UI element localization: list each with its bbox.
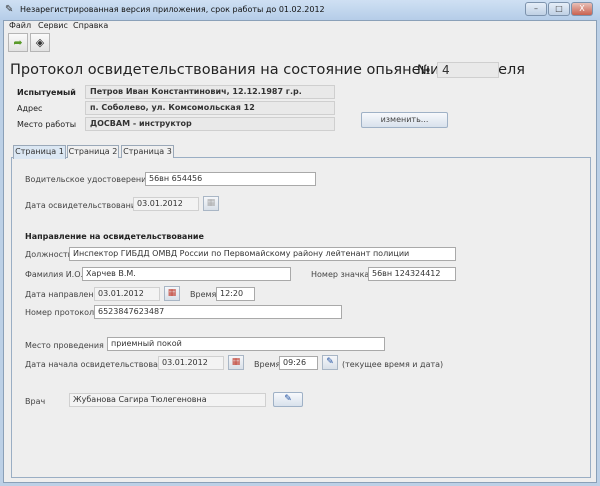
calendar-icon: ▦	[231, 357, 241, 367]
minimize-button[interactable]: –	[525, 2, 547, 16]
license-input[interactable]: 56вн 654456	[145, 172, 316, 186]
work-label: Место работы	[17, 120, 77, 129]
position-input[interactable]: Инспектор ГИБДД ОМВД России по Первомайс…	[69, 247, 456, 261]
badge-input[interactable]: 56вн 124324412	[368, 267, 456, 281]
start-time-input[interactable]: 09:26	[279, 356, 318, 370]
exam-date-input[interactable]: 03.01.2012	[133, 197, 199, 211]
doctor-input[interactable]: Жубанова Сагира Тюлегеновна	[69, 393, 266, 407]
pencil-icon: ✎	[326, 357, 334, 367]
fio-label: Фамилия И.О.	[25, 270, 84, 279]
direction-date-calendar-button[interactable]: ▦	[164, 286, 180, 301]
open-button[interactable]: ➦	[8, 33, 28, 52]
tab-page-1[interactable]: Страница 1	[13, 145, 66, 159]
tab-page-3[interactable]: Страница 3	[121, 145, 174, 158]
exam-date-label: Дата освидетельствования	[25, 201, 141, 210]
subject-work: ДОСВАМ - инструктор	[85, 117, 335, 131]
clear-button[interactable]: ◈	[30, 33, 50, 52]
start-date-input[interactable]: 03.01.2012	[158, 356, 224, 370]
badge-label: Номер значка	[311, 270, 370, 279]
change-button[interactable]: изменить...	[361, 112, 448, 128]
number-label: №	[417, 63, 431, 78]
menu-help[interactable]: Справка	[73, 21, 108, 30]
calendar-icon: ▦	[167, 288, 177, 298]
calendar-icon: ▦	[206, 198, 216, 208]
exam-date-calendar-button[interactable]: ▦	[203, 196, 219, 211]
direction-time-label: Время	[190, 290, 217, 299]
pencil-icon: ✎	[284, 394, 292, 404]
select-doctor-button[interactable]: ✎	[273, 392, 303, 407]
doctor-label: Врач	[25, 397, 46, 406]
set-current-time-button[interactable]: ✎	[322, 355, 338, 370]
menu-file[interactable]: Файл	[9, 21, 31, 30]
protocol-number: 4	[437, 62, 499, 78]
place-label: Место проведения	[25, 341, 104, 350]
start-time-label: Время	[254, 360, 281, 369]
tab-page-2[interactable]: Страница 2	[67, 145, 119, 158]
current-time-hint: (текущее время и дата)	[342, 360, 444, 369]
eraser-icon: ◈	[35, 36, 45, 49]
maximize-button[interactable]: □	[548, 2, 570, 16]
position-label: Должность	[25, 250, 73, 259]
direction-date-label: Дата направления	[25, 290, 104, 299]
window-title: Незарегистрированная версия приложения, …	[20, 5, 325, 14]
place-input[interactable]: приемный покой	[107, 337, 385, 351]
folder-arrow-icon: ➦	[13, 36, 23, 49]
direction-date-input[interactable]: 03.01.2012	[94, 287, 160, 301]
app-icon: ✎	[5, 4, 14, 15]
protocol-label: Номер протокола	[25, 308, 99, 317]
address-label: Адрес	[17, 104, 43, 113]
menu-service[interactable]: Сервис	[38, 21, 68, 30]
subject-name: Петров Иван Константинович, 12.12.1987 г…	[85, 85, 335, 99]
section-title: Направление на освидетельствование	[25, 232, 204, 241]
close-button[interactable]: X	[571, 2, 593, 16]
fio-input[interactable]: Харчев В.М.	[82, 267, 291, 281]
subject-address: п. Соболево, ул. Комсомольская 12	[85, 101, 335, 115]
license-label: Водительское удостоверение	[25, 175, 152, 184]
start-date-label: Дата начала освидетельствования	[25, 360, 174, 369]
start-date-calendar-button[interactable]: ▦	[228, 355, 244, 370]
direction-time-input[interactable]: 12:20	[216, 287, 255, 301]
protocol-input[interactable]: 6523847623487	[94, 305, 342, 319]
subject-label: Испытуемый	[17, 88, 76, 97]
